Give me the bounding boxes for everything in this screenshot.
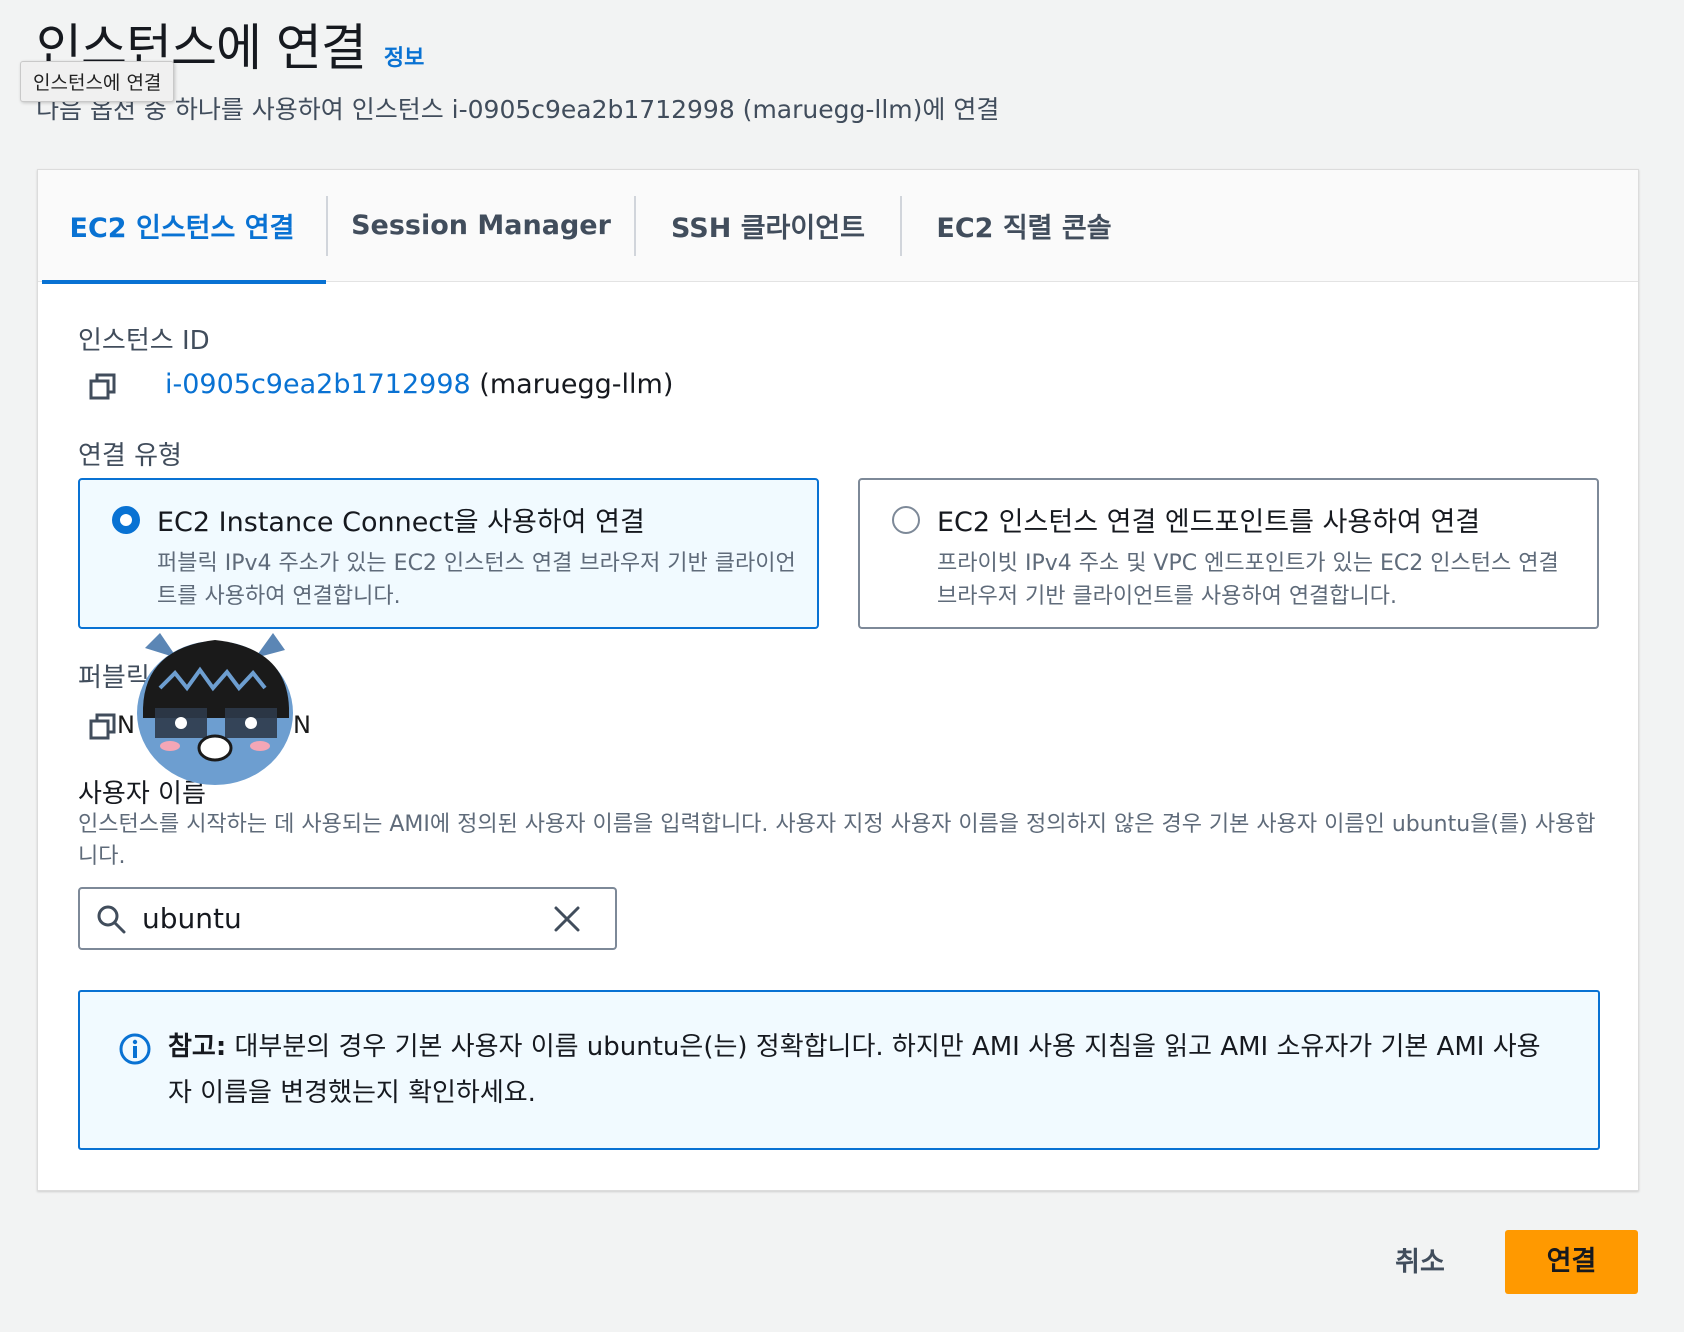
info-alert: 참고: 대부분의 경우 기본 사용자 이름 ubuntu은(는) 정확합니다. … xyxy=(78,990,1600,1150)
search-icon xyxy=(97,905,126,933)
tab-bar: EC2 인스턴스 연결 Session Manager SSH 클라이언트 EC… xyxy=(38,170,1638,284)
tab-ec2-serial-console[interactable]: EC2 직렬 콘솔 xyxy=(902,170,1146,282)
alert-body: 대부분의 경우 기본 사용자 이름 ubuntu은(는) 정확합니다. 하지만 … xyxy=(168,1032,1541,1108)
connect-button[interactable]: 연결 xyxy=(1505,1230,1638,1294)
option-description: 프라이빗 IPv4 주소 및 VPC 엔드포인트가 있는 EC2 인스턴스 연결… xyxy=(937,551,1559,609)
username-description: 인스턴스를 시작하는 데 사용되는 AMI에 정의된 사용자 이름을 입력합니다… xyxy=(78,812,1596,869)
mascot-sticker-image: N N xyxy=(117,633,311,785)
option-description: 퍼블릭 IPv4 주소가 있는 EC2 인스턴스 연결 브라우저 기반 클라이언… xyxy=(157,551,796,609)
svg-text:N: N xyxy=(293,711,311,739)
radio-button[interactable] xyxy=(892,506,920,534)
tab-ssh-client[interactable]: SSH 클라이언트 xyxy=(636,170,900,282)
connection-type-label: 연결 유형 xyxy=(78,441,182,471)
close-icon[interactable] xyxy=(552,904,582,934)
option-title: EC2 인스턴스 연결 엔드포인트를 사용하여 연결 xyxy=(937,507,1481,538)
instance-id-value: i-0905c9ea2b1712998 (maruegg-llm) xyxy=(165,369,673,400)
tab-ec2-instance-connect[interactable]: EC2 인스턴스 연결 xyxy=(38,170,326,284)
radio-button-selected[interactable] xyxy=(112,506,140,534)
svg-text:N: N xyxy=(117,711,135,739)
info-icon xyxy=(119,1033,151,1065)
alert-title: 참고: xyxy=(168,1032,227,1062)
username-input[interactable] xyxy=(142,902,552,935)
copy-icon[interactable] xyxy=(88,712,118,742)
copy-icon[interactable] xyxy=(88,372,118,402)
page-subtitle: 다음 옵션 중 하나를 사용하여 인스턴스 i-0905c9ea2b171299… xyxy=(36,95,1000,124)
instance-id-label: 인스턴스 ID xyxy=(78,326,210,356)
option-title: EC2 Instance Connect을 사용하여 연결 xyxy=(157,507,645,538)
instance-name: (maruegg-llm) xyxy=(479,369,674,400)
alert-message: 참고: 대부분의 경우 기본 사용자 이름 ubuntu은(는) 정확합니다. … xyxy=(168,1024,1548,1116)
tab-session-manager[interactable]: Session Manager xyxy=(328,170,634,282)
cancel-button[interactable]: 취소 xyxy=(1370,1240,1470,1286)
option-ec2-instance-connect[interactable]: EC2 Instance Connect을 사용하여 연결 퍼블릭 IPv4 주… xyxy=(78,478,819,629)
username-field[interactable] xyxy=(78,887,617,950)
tooltip: 인스턴스에 연결 xyxy=(20,61,175,102)
instance-id-link[interactable]: i-0905c9ea2b1712998 xyxy=(165,369,471,400)
info-link[interactable]: 정보 xyxy=(384,40,424,72)
option-endpoint-connect[interactable]: EC2 인스턴스 연결 엔드포인트를 사용하여 연결 프라이빗 IPv4 주소 … xyxy=(858,478,1599,629)
